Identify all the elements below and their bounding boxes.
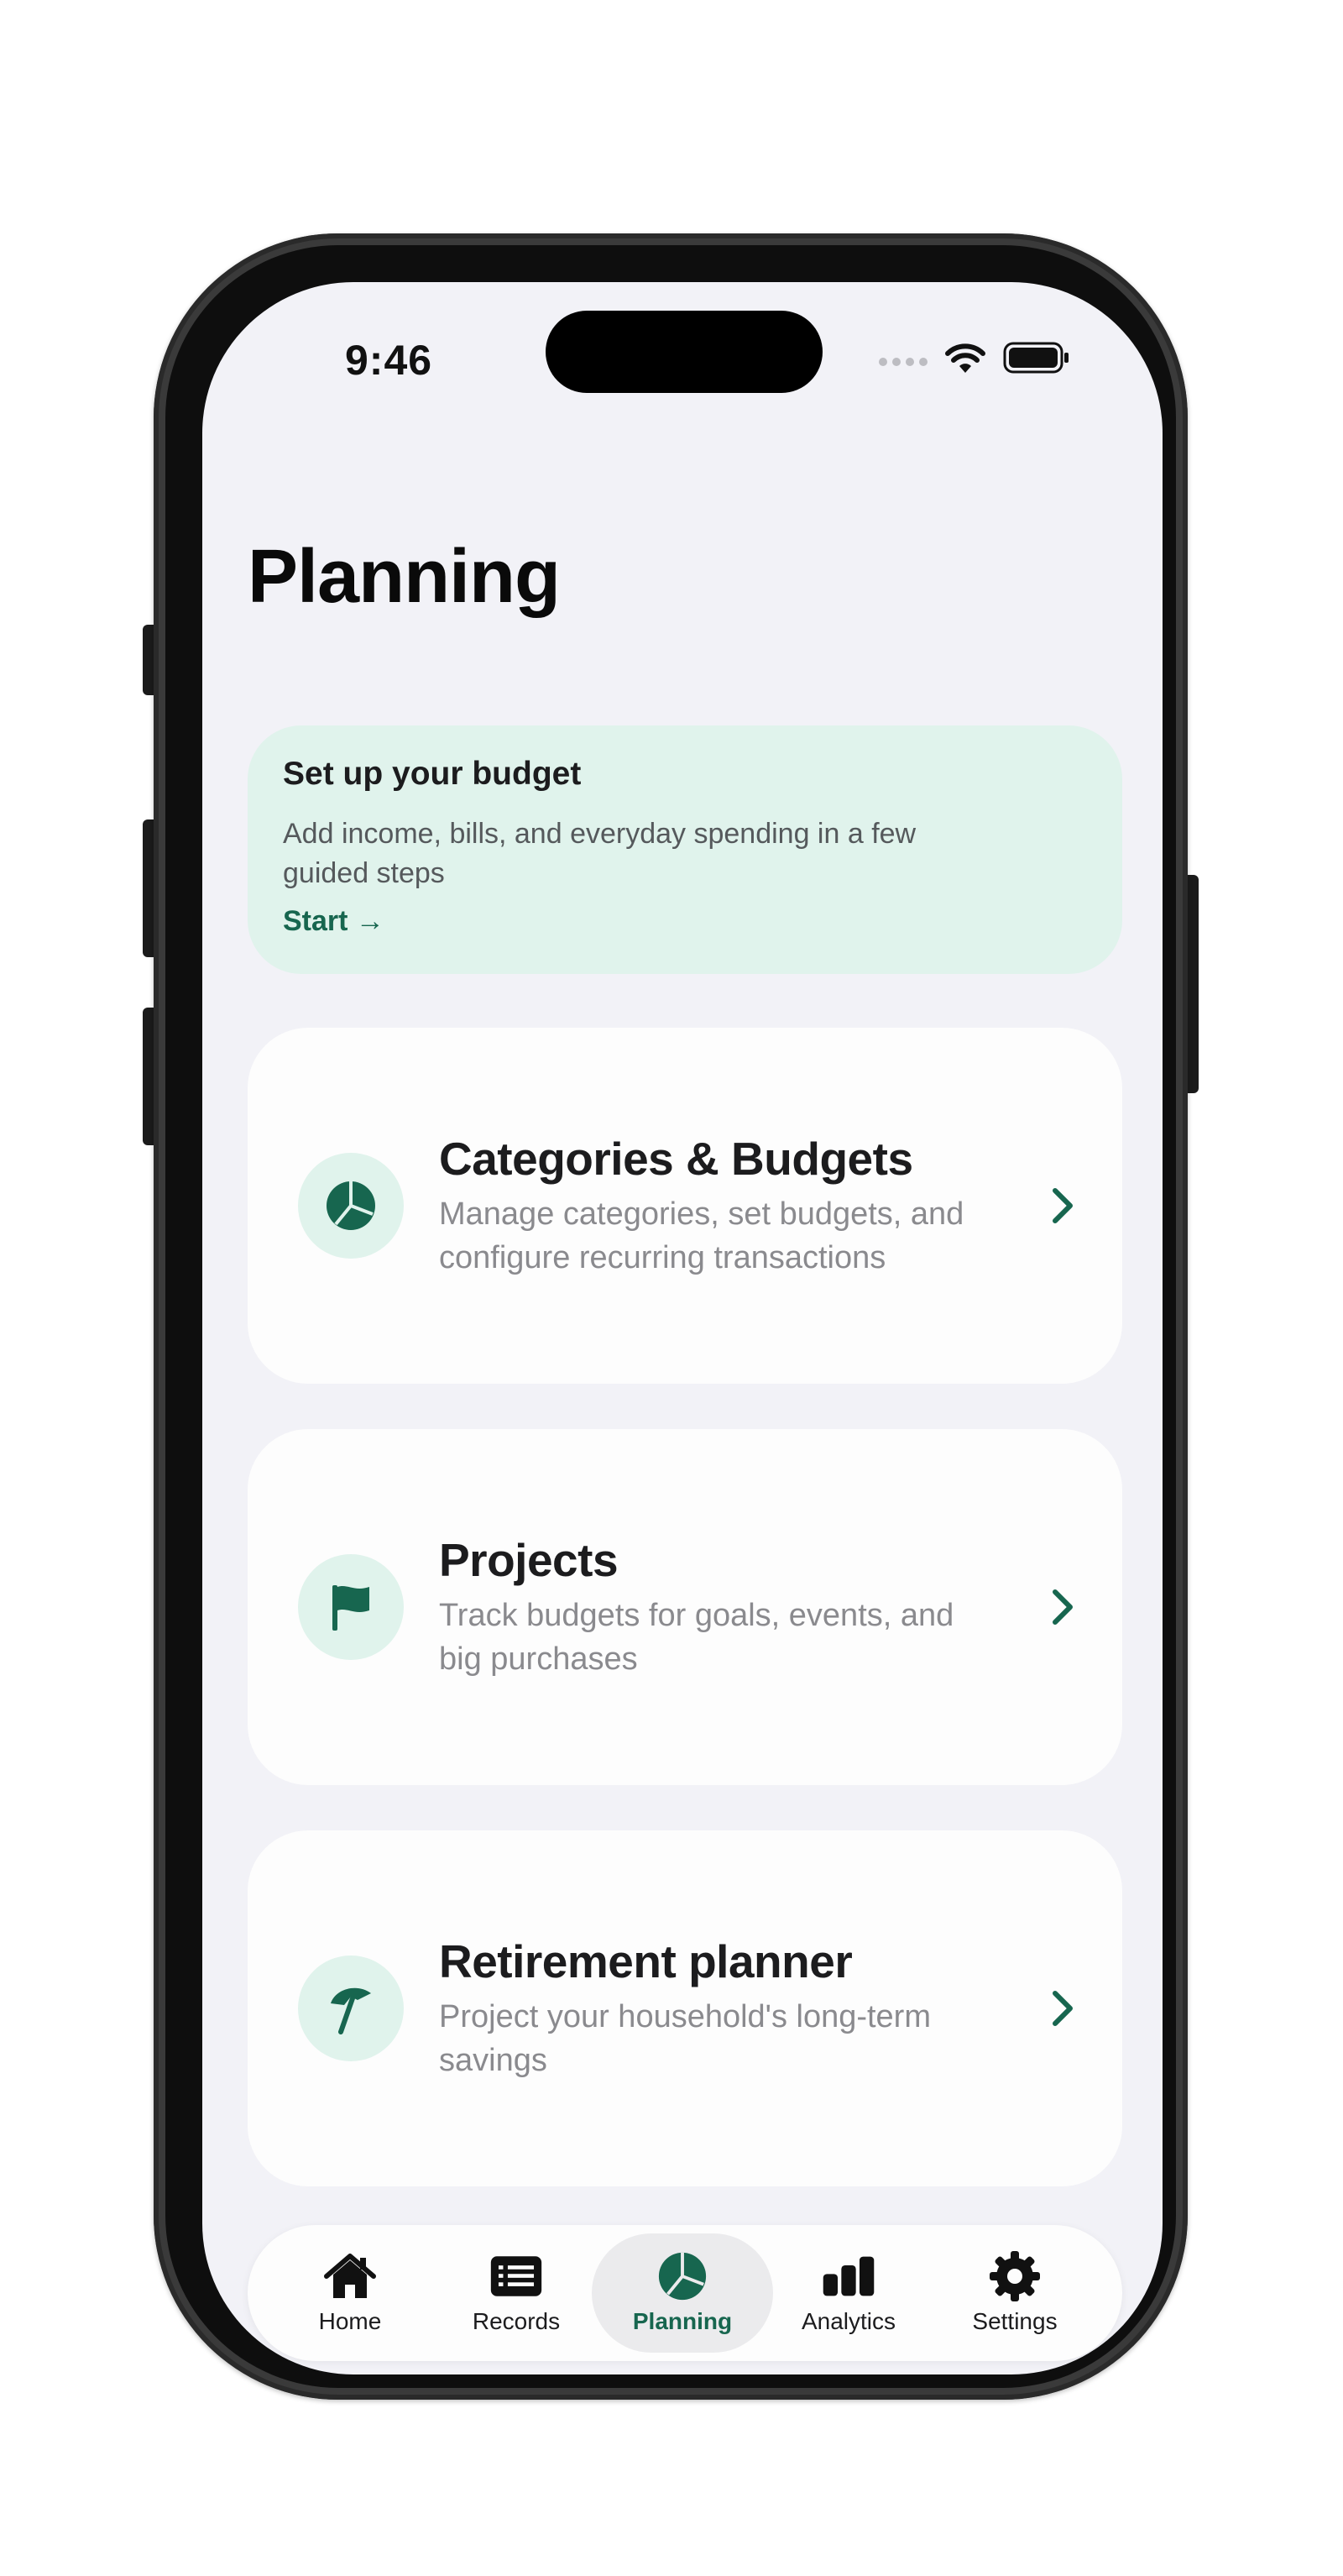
battery-icon	[1003, 342, 1069, 374]
pie-chart-icon	[327, 1181, 375, 1230]
bar-chart-icon	[822, 2251, 875, 2301]
status-indicators	[879, 334, 1070, 381]
card-description: Manage categories, set budgets, and conf…	[439, 1196, 964, 1275]
retirement-planner-card[interactable]: Retirement planner Project your househol…	[248, 1830, 1122, 2186]
tab-settings[interactable]: Settings	[924, 2233, 1105, 2353]
phone-frame: 9:46 Planning Set up your budget Add inc…	[154, 233, 1188, 2400]
chevron-right-icon	[1053, 1991, 1073, 2026]
app-screen: 9:46 Planning Set up your budget Add inc…	[202, 282, 1163, 2374]
dynamic-island	[546, 311, 823, 393]
beach-umbrella-icon	[331, 1987, 371, 2034]
categories-budgets-card[interactable]: Categories & Budgets Manage categories, …	[248, 1028, 1122, 1384]
tab-label: Records	[472, 2308, 561, 2334]
tab-label: Settings	[972, 2308, 1058, 2334]
card-description: Project your household's long-term savin…	[439, 1999, 931, 2078]
card-title: Retirement planner	[439, 1935, 853, 1987]
categories-icon-badge	[298, 1153, 404, 1259]
cellular-signal-icon	[879, 358, 928, 366]
tab-planning[interactable]: Planning	[592, 2233, 773, 2353]
phone-bezel: 9:46 Planning Set up your budget Add inc…	[165, 245, 1176, 2388]
setup-banner-title: Set up your budget	[283, 756, 582, 792]
tab-label: Planning	[632, 2308, 733, 2334]
card-title: Projects	[439, 1534, 619, 1586]
gear-icon	[988, 2251, 1042, 2301]
projects-icon-badge	[298, 1554, 404, 1660]
tab-label: Analytics	[801, 2308, 896, 2334]
device-stage: 9:46 Planning Set up your budget Add inc…	[0, 0, 1343, 2576]
projects-card[interactable]: Projects Track budgets for goals, events…	[248, 1429, 1122, 1785]
tab-analytics[interactable]: Analytics	[758, 2233, 939, 2353]
card-description: Track budgets for goals, events, and big…	[439, 1598, 954, 1677]
chevron-right-icon	[1053, 1188, 1073, 1223]
page-title: Planning	[248, 535, 561, 619]
chevron-right-icon	[1053, 1589, 1073, 1625]
tab-label: Home	[318, 2308, 382, 2334]
wifi-icon	[945, 343, 985, 373]
start-button[interactable]: Start →	[283, 905, 384, 938]
categories-text: Categories & Budgets Manage categories, …	[439, 1132, 976, 1280]
tab-home[interactable]: Home	[259, 2233, 441, 2353]
list-icon	[489, 2251, 543, 2301]
setup-budget-banner[interactable]: Set up your budget Add income, bills, an…	[248, 725, 1122, 974]
pie-chart-icon	[656, 2251, 709, 2301]
retirement-icon-badge	[298, 1956, 404, 2061]
card-title: Categories & Budgets	[439, 1133, 913, 1185]
tab-records[interactable]: Records	[426, 2233, 607, 2353]
retirement-text: Retirement planner Project your househol…	[439, 1935, 976, 2082]
tab-bar: Home Records Planning Analytics Settings	[248, 2225, 1122, 2361]
setup-banner-description: Add income, bills, and everyday spending…	[283, 818, 917, 889]
projects-text: Projects Track budgets for goals, events…	[439, 1533, 976, 1681]
flag-icon	[332, 1585, 369, 1631]
house-icon	[323, 2251, 377, 2301]
status-time: 9:46	[345, 337, 433, 384]
